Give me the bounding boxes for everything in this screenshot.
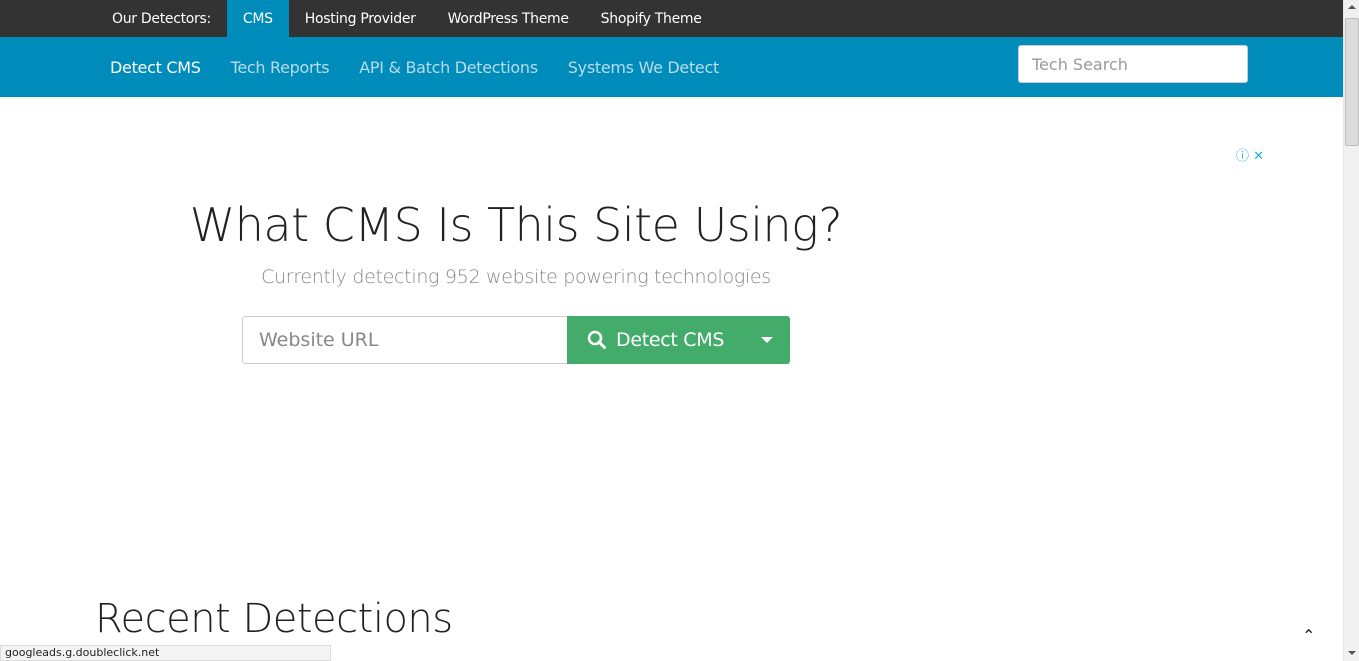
detect-cms-button[interactable]: Detect CMS [567,316,790,364]
nav-api-batch[interactable]: API & Batch Detections [359,58,538,77]
scrollbar[interactable] [1343,0,1359,661]
dropdown-caret-icon[interactable] [761,337,773,343]
ad-choices-icon[interactable]: ⓘ ✕ [1236,145,1264,164]
scrollbar-thumb[interactable] [1345,18,1359,146]
page-title: What CMS Is This Site Using? [189,198,843,252]
website-url-input[interactable] [242,316,568,364]
search-icon [587,330,606,349]
detect-cms-label: Detect CMS [616,329,725,351]
nav-detect-cms[interactable]: Detect CMS [110,58,201,77]
tech-search-input[interactable] [1018,45,1248,83]
scroll-down-icon[interactable] [1348,651,1356,655]
page-subtitle: Currently detecting 952 website powering… [261,266,771,288]
detectors-bar: Our Detectors: CMS Hosting Provider Word… [0,0,1343,37]
scroll-to-top-icon[interactable]: ⌃ [1302,626,1315,645]
tab-cms[interactable]: CMS [226,0,289,37]
recent-detections-heading: Recent Detections [95,596,453,642]
scroll-up-icon[interactable] [1348,5,1356,9]
nav-systems-we-detect[interactable]: Systems We Detect [568,58,719,77]
browser-status-bar: googleads.g.doubleclick.net [0,645,331,661]
tab-wordpress-theme[interactable]: WordPress Theme [432,0,585,37]
tab-shopify-theme[interactable]: Shopify Theme [585,0,718,37]
tab-hosting-provider[interactable]: Hosting Provider [289,0,432,37]
page: Our Detectors: CMS Hosting Provider Word… [0,0,1343,661]
detectors-label: Our Detectors: [112,10,211,27]
main-nav: Detect CMS Tech Reports API & Batch Dete… [0,37,1343,97]
nav-tech-reports[interactable]: Tech Reports [231,58,330,77]
